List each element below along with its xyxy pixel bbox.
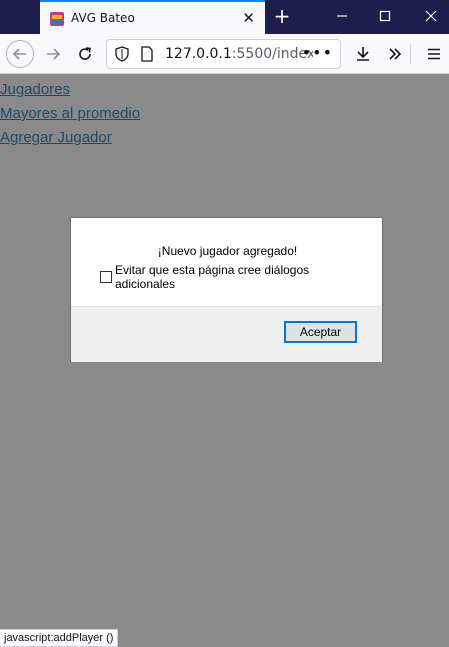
page-icon[interactable]	[140, 46, 154, 62]
shield-icon[interactable]	[115, 46, 129, 62]
back-arrow-icon[interactable]	[6, 40, 34, 68]
navigation-toolbar: 127.0.0.1:5500/index.ht •••	[0, 34, 449, 74]
download-icon[interactable]	[349, 40, 377, 68]
chevron-double-right-icon[interactable]	[381, 40, 409, 68]
maximize-icon[interactable]	[374, 4, 396, 28]
url-bar[interactable]: 127.0.0.1:5500/index.ht •••	[106, 39, 341, 69]
prevent-dialogs-label[interactable]: Evitar que esta página cree diálogos adi…	[115, 263, 345, 291]
status-bar: javascript:addPlayer ()	[0, 629, 119, 647]
tab-title: AVG Bateo	[71, 11, 135, 25]
alert-dialog: ¡Nuevo jugador agregado! Evitar que esta…	[70, 217, 383, 362]
new-tab-icon[interactable]: +	[272, 6, 292, 28]
reload-icon[interactable]	[71, 40, 99, 68]
link-jugadores[interactable]: Jugadores	[0, 78, 140, 102]
dialog-footer: Aceptar	[71, 306, 382, 362]
url-host: 127.0.0.1	[165, 46, 232, 62]
title-bar: AVG Bateo ✕ +	[0, 0, 449, 34]
dialog-message: ¡Nuevo jugador agregado!	[157, 244, 298, 258]
close-window-icon[interactable]	[420, 4, 442, 28]
hamburger-menu-icon[interactable]	[420, 40, 448, 68]
link-mayores-al-promedio[interactable]: Mayores al promedio	[0, 102, 140, 126]
page-links: Jugadores Mayores al promedio Agregar Ju…	[0, 78, 140, 150]
prevent-dialogs-checkbox[interactable]	[100, 271, 112, 283]
accept-button[interactable]: Aceptar	[284, 321, 357, 343]
minimize-icon[interactable]	[331, 4, 353, 28]
avg-bateo-favicon-icon	[50, 12, 64, 26]
forward-arrow-icon[interactable]	[39, 40, 67, 68]
url-text[interactable]: 127.0.0.1:5500/index.ht	[165, 46, 313, 62]
link-agregar-jugador[interactable]: Agregar Jugador	[0, 126, 140, 150]
tab-close-icon[interactable]: ✕	[242, 9, 255, 27]
more-dots-icon[interactable]: •••	[302, 43, 333, 62]
toolbar-divider	[410, 44, 411, 64]
browser-tab[interactable]: AVG Bateo ✕	[40, 0, 265, 34]
